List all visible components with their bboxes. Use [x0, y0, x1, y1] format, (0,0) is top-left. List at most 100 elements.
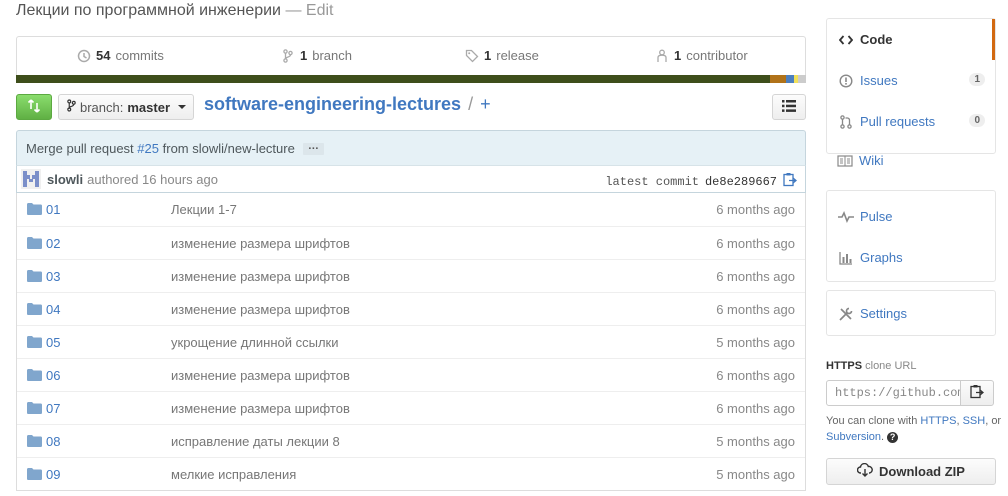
nav-pull-requests[interactable]: Pull requests 0 [827, 101, 995, 142]
nav-code[interactable]: Code [827, 19, 995, 60]
folder-icon [27, 468, 42, 480]
clone-ssh-link[interactable]: SSH [963, 415, 986, 427]
file-name-link[interactable]: 02 [46, 236, 60, 251]
folder-icon [27, 270, 42, 282]
folder-icon [27, 402, 42, 414]
commit-message-link[interactable]: изменение размера шрифтов [171, 368, 350, 383]
folder-icon [27, 237, 42, 249]
commit-message-link[interactable]: изменение размера шрифтов [171, 401, 350, 416]
tag-icon [465, 49, 479, 63]
clipboard-icon [970, 384, 985, 402]
repo-nav-primary: Code Issues 1 Pull requests 0 [826, 18, 996, 154]
table-row: 04 изменение размера шрифтов 6 months ago [17, 292, 805, 325]
folder-icon [27, 203, 42, 215]
commit-message-link[interactable]: укрощение длинной ссылки [171, 335, 338, 350]
commit-message-link[interactable]: изменение размера шрифтов [171, 236, 350, 251]
file-name-link[interactable]: 05 [46, 335, 60, 350]
nav-pulse[interactable]: Pulse [827, 196, 995, 237]
file-age: 6 months ago [716, 401, 795, 416]
file-age: 6 months ago [716, 368, 795, 383]
file-list: 01 Лекции 1-7 6 months ago 02 изменение разм… [16, 193, 806, 491]
commit-message-link[interactable]: изменение размера шрифтов [171, 269, 350, 284]
folder-icon [27, 336, 42, 348]
clone-url-input[interactable] [826, 380, 961, 406]
compare-icon [27, 98, 41, 117]
language-segment[interactable] [770, 75, 787, 83]
organization-icon [655, 49, 669, 63]
language-segment[interactable] [16, 75, 771, 83]
repo-nav-wiki: Wiki [826, 140, 996, 182]
file-age: 6 months ago [716, 202, 795, 217]
commits-link[interactable]: 54 commits [77, 48, 164, 63]
commit-message-link[interactable]: изменение размера шрифтов [171, 302, 350, 317]
file-age: 6 months ago [716, 302, 795, 317]
clone-https-link[interactable]: HTTPS [920, 415, 956, 427]
question-icon[interactable]: ? [887, 431, 899, 443]
nav-issues[interactable]: Issues 1 [827, 60, 995, 101]
copy-clone-url-button[interactable] [960, 380, 994, 406]
file-age: 5 months ago [716, 434, 795, 449]
chevron-down-icon [178, 105, 187, 109]
clipboard-icon[interactable] [783, 172, 798, 191]
file-age: 5 months ago [716, 335, 795, 350]
nav-settings[interactable]: Settings [827, 293, 995, 334]
pull-request-link[interactable]: #25 [137, 141, 159, 156]
download-zip-button[interactable]: Download ZIP [826, 458, 996, 485]
issues-counter: 1 [969, 73, 985, 86]
branches-link[interactable]: 1 branch [281, 48, 352, 63]
list-icon [782, 99, 796, 115]
issue-opened-icon [838, 73, 854, 88]
file-name-link[interactable]: 06 [46, 368, 60, 383]
git-branch-icon [67, 99, 76, 115]
nav-graphs[interactable]: Graphs [827, 237, 995, 278]
commit-author-link[interactable]: slowli [47, 172, 83, 187]
commit-meta: slowli authored 16 hours ago latest comm… [16, 165, 806, 193]
file-age: 6 months ago [716, 236, 795, 251]
file-name-link[interactable]: 09 [46, 467, 60, 482]
file-name-link[interactable]: 04 [46, 302, 60, 317]
file-age: 6 months ago [716, 269, 795, 284]
table-row: 06 изменение размера шрифтов 6 months ago [17, 358, 805, 391]
folder-icon [27, 369, 42, 381]
commit-sha-link[interactable]: de8e289667 [705, 175, 777, 189]
avatar[interactable] [21, 169, 41, 189]
folder-icon [27, 303, 42, 315]
table-row: 08 исправление даты лекции 8 5 months ago [17, 424, 805, 457]
repo-root-link[interactable]: software-engineering-lectures [204, 94, 461, 114]
cloud-download-icon [856, 462, 873, 480]
file-age: 5 months ago [716, 467, 795, 482]
graph-icon [838, 251, 854, 265]
releases-link[interactable]: 1 release [465, 48, 539, 63]
commit-message-link[interactable]: мелкие исправления [171, 467, 296, 482]
repo-nav-secondary: Pulse Graphs [826, 190, 996, 282]
language-bar[interactable] [16, 75, 806, 83]
file-name-link[interactable]: 03 [46, 269, 60, 284]
commit-message-link[interactable]: Лекции 1-7 [171, 202, 237, 217]
clone-url-title: HTTPS clone URL [826, 360, 917, 372]
repo-description: Лекции по программной инженерии — Edit [16, 2, 334, 19]
branch-select-button[interactable]: branch: master [58, 94, 194, 120]
contributors-link[interactable]: 1 contributor [655, 48, 748, 63]
table-row: 02 изменение размера шрифтов 6 months ago [17, 226, 805, 259]
table-row: 09 мелкие исправления 5 months ago [17, 457, 805, 490]
edit-description-link[interactable]: — Edit [285, 2, 333, 19]
file-name-link[interactable]: 01 [46, 202, 60, 217]
language-segment[interactable] [798, 75, 806, 83]
file-name-link[interactable]: 08 [46, 434, 60, 449]
folder-icon [27, 435, 42, 447]
file-list-toggle-button[interactable] [772, 94, 806, 120]
pulse-icon [838, 210, 854, 223]
table-row: 05 укрощение длинной ссылки 5 months ago [17, 325, 805, 358]
nav-wiki[interactable]: Wiki [826, 140, 996, 181]
file-name-link[interactable]: 07 [46, 401, 60, 416]
table-row: 07 изменение размера шрифтов 6 months ago [17, 391, 805, 424]
language-segment[interactable] [786, 75, 795, 83]
new-file-link[interactable]: + [480, 94, 491, 114]
book-icon [837, 154, 853, 167]
compare-button[interactable] [16, 94, 52, 120]
clone-subversion-link[interactable]: Subversion [826, 431, 881, 443]
commit-message-link[interactable]: исправление даты лекции 8 [171, 434, 340, 449]
expand-commit-button[interactable]: … [302, 140, 324, 155]
pulls-counter: 0 [969, 114, 985, 127]
table-row: 01 Лекции 1-7 6 months ago [17, 193, 805, 226]
